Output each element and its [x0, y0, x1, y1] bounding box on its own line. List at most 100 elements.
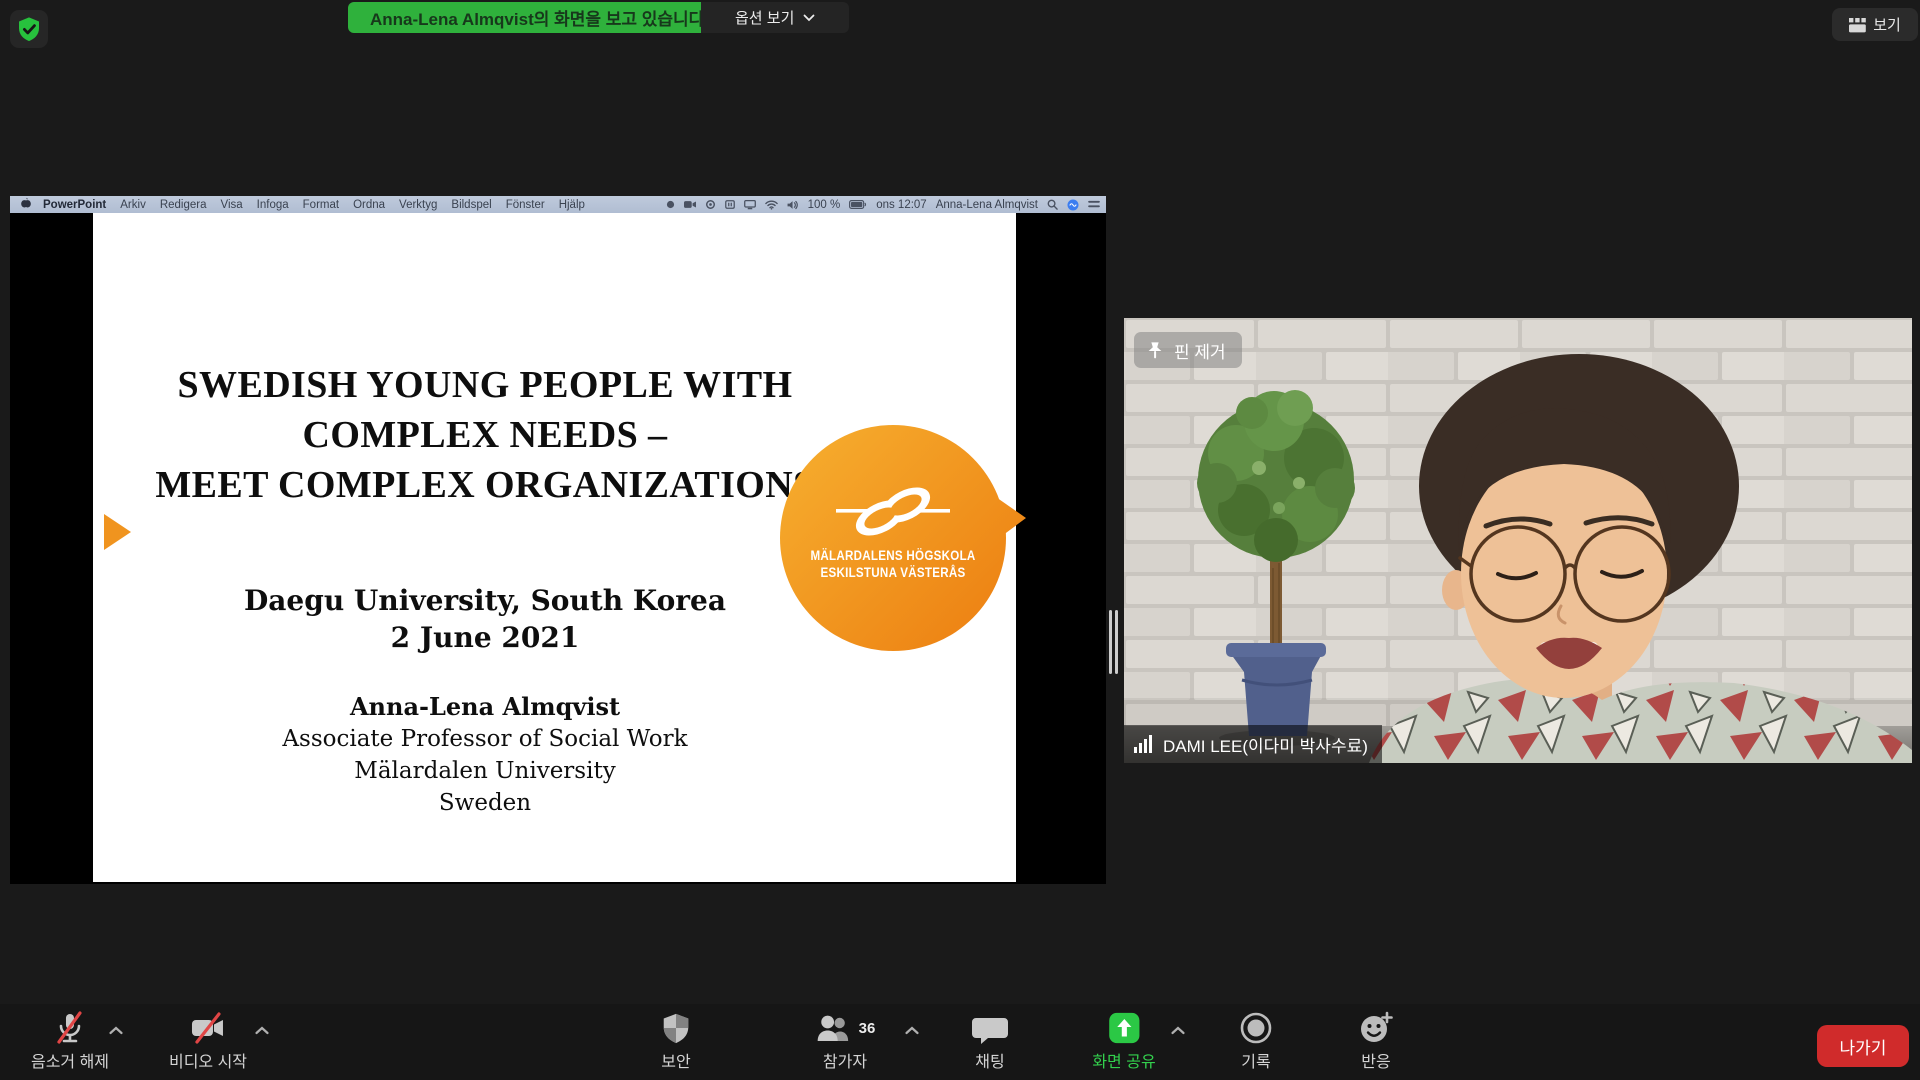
- record-icon: [1239, 1011, 1273, 1045]
- screen-share-banner: Anna-Lena Almqvist의 화면을 보고 있습니다.: [348, 2, 731, 33]
- logo-bubble-icon: [778, 423, 1028, 655]
- participant-name: DAMI LEE(이다미 박사수료): [1163, 732, 1368, 757]
- camera-status-icon: [684, 200, 696, 209]
- gallery-view-icon: [1849, 17, 1866, 33]
- participants-icon: [815, 1011, 853, 1045]
- signal-bars-icon: [1134, 735, 1154, 753]
- panel-resize-handle[interactable]: [1108, 610, 1120, 674]
- slide-title-line2: COMPLEX NEEDS –: [105, 410, 865, 460]
- slide-arrow-icon: [104, 514, 131, 550]
- chat-label: 채팅: [975, 1048, 1004, 1072]
- pushpin-icon: [1145, 341, 1165, 360]
- slide-author-block: Anna-Lena Almqvist Associate Professor o…: [105, 691, 865, 819]
- chat-button[interactable]: 채팅: [972, 1010, 1008, 1072]
- wifi-status-icon: [765, 200, 778, 210]
- menu-user-name: Anna-Lena Almqvist: [936, 199, 1038, 211]
- display-status-icon: [744, 200, 756, 210]
- camera-off-icon: [189, 1010, 227, 1046]
- participants-options-chevron[interactable]: [905, 1022, 920, 1040]
- video-options-chevron[interactable]: [255, 1022, 270, 1040]
- start-video-button[interactable]: 비디오 시작: [169, 1010, 247, 1072]
- status-dot-icon: [666, 200, 675, 209]
- screen-share-banner-text: Anna-Lena Almqvist의 화면을 보고 있습니다.: [370, 5, 709, 30]
- share-screen-label: 화면 공유: [1092, 1048, 1155, 1072]
- participants-button[interactable]: 36 참가자: [815, 1010, 876, 1072]
- menu-ordna: Ordna: [353, 199, 385, 211]
- control-center-icon: [1088, 200, 1100, 209]
- menu-hjalp: Hjälp: [559, 199, 585, 211]
- security-shield-icon: [14, 14, 44, 44]
- remove-pin-label: 핀 제거: [1174, 338, 1226, 363]
- leave-label: 나가기: [1840, 1034, 1887, 1059]
- reactions-icon: [1358, 1010, 1394, 1046]
- menu-app-name: PowerPoint: [43, 199, 106, 211]
- menu-redigera: Redigera: [160, 199, 207, 211]
- battery-percent: 100 %: [808, 199, 841, 211]
- menu-arkiv: Arkiv: [120, 199, 146, 211]
- macos-menu-bar: PowerPoint Arkiv Redigera Visa Infoga Fo…: [10, 196, 1106, 213]
- start-video-label: 비디오 시작: [169, 1048, 247, 1072]
- siri-icon: [1067, 199, 1079, 211]
- swirl-status-icon: [705, 200, 716, 209]
- reactions-label: 반응: [1361, 1048, 1390, 1072]
- slide-subtitle-line1: Daegu University, South Korea: [105, 582, 865, 619]
- menu-verktyg: Verktyg: [399, 199, 437, 211]
- unmute-button[interactable]: 음소거 해제: [31, 1010, 109, 1072]
- logo-text: MÄLARDALENS HÖGSKOLA ESKILSTUNA VÄSTERÅS: [794, 547, 992, 581]
- menu-infoga: Infoga: [257, 199, 289, 211]
- record-button[interactable]: 기록: [1239, 1010, 1273, 1072]
- record-label: 기록: [1241, 1048, 1270, 1072]
- participant-video[interactable]: 핀 제거 DAMI LEE(이다미 박사수료): [1124, 318, 1912, 763]
- logo-text-line1: MÄLARDALENS HÖGSKOLA: [794, 547, 992, 564]
- apple-logo-icon: [20, 197, 31, 213]
- view-button[interactable]: 보기: [1832, 8, 1918, 41]
- volume-status-icon: [787, 200, 799, 210]
- box-status-icon: [725, 200, 735, 209]
- slide-author-university: Mälardalen University: [105, 755, 865, 787]
- meeting-toolbar: 음소거 해제 비디오 시작: [0, 1004, 1920, 1080]
- menu-format: Format: [303, 199, 339, 211]
- shared-screen[interactable]: PowerPoint Arkiv Redigera Visa Infoga Fo…: [10, 196, 1106, 884]
- leave-button[interactable]: 나가기: [1817, 1025, 1909, 1067]
- menu-fonster: Fönster: [506, 199, 545, 211]
- view-options-button[interactable]: 옵션 보기: [701, 2, 849, 33]
- participants-label: 참가자: [823, 1048, 867, 1072]
- slide-title-line3: MEET COMPLEX ORGANIZATIONS: [105, 460, 865, 510]
- chevron-down-icon: [803, 14, 815, 22]
- menu-visa: Visa: [221, 199, 243, 211]
- chat-icon: [972, 1011, 1008, 1045]
- reactions-button[interactable]: 반응: [1358, 1010, 1394, 1072]
- security-button[interactable]: 보안: [659, 1010, 693, 1072]
- battery-icon: [849, 200, 867, 209]
- remove-pin-badge[interactable]: 핀 제거: [1134, 332, 1242, 368]
- slide-author-country: Sweden: [105, 787, 865, 819]
- menu-clock: ons 12:07: [876, 199, 927, 211]
- university-logo: MÄLARDALENS HÖGSKOLA ESKILSTUNA VÄSTERÅS: [778, 423, 1028, 655]
- participant-name-label: DAMI LEE(이다미 박사수료): [1124, 725, 1382, 763]
- menu-status-area: 100 % ons 12:07 Anna-Lena Almqvist: [666, 196, 1100, 213]
- microphone-muted-icon: [52, 1010, 88, 1046]
- share-screen-button[interactable]: 화면 공유: [1092, 1010, 1155, 1072]
- menu-items: PowerPoint Arkiv Redigera Visa Infoga Fo…: [10, 197, 599, 213]
- slide-title: SWEDISH YOUNG PEOPLE WITH COMPLEX NEEDS …: [105, 360, 865, 510]
- security-icon: [659, 1010, 693, 1046]
- slide-title-line1: SWEDISH YOUNG PEOPLE WITH: [105, 360, 865, 410]
- share-options-chevron[interactable]: [1171, 1022, 1186, 1040]
- slide-subtitle-line2: 2 June 2021: [105, 619, 865, 656]
- menu-bildspel: Bildspel: [451, 199, 491, 211]
- slide-author-title: Associate Professor of Social Work: [105, 723, 865, 755]
- zoom-meeting-window: Anna-Lena Almqvist의 화면을 보고 있습니다. 옵션 보기 보…: [0, 0, 1920, 1080]
- meeting-security-button[interactable]: [10, 10, 48, 48]
- logo-text-line2: ESKILSTUNA VÄSTERÅS: [794, 564, 992, 581]
- participants-count: 36: [859, 1020, 876, 1037]
- participant-video-scene: [1124, 318, 1912, 763]
- search-icon: [1047, 199, 1058, 210]
- slide-author-name: Anna-Lena Almqvist: [105, 691, 865, 723]
- slide-subtitle: Daegu University, South Korea 2 June 202…: [105, 582, 865, 656]
- share-screen-icon: [1107, 1011, 1141, 1045]
- view-options-label: 옵션 보기: [735, 7, 794, 28]
- audio-options-chevron[interactable]: [109, 1022, 124, 1040]
- presentation-slide: SWEDISH YOUNG PEOPLE WITH COMPLEX NEEDS …: [93, 213, 1016, 882]
- unmute-label: 음소거 해제: [31, 1048, 109, 1072]
- view-button-label: 보기: [1873, 14, 1901, 35]
